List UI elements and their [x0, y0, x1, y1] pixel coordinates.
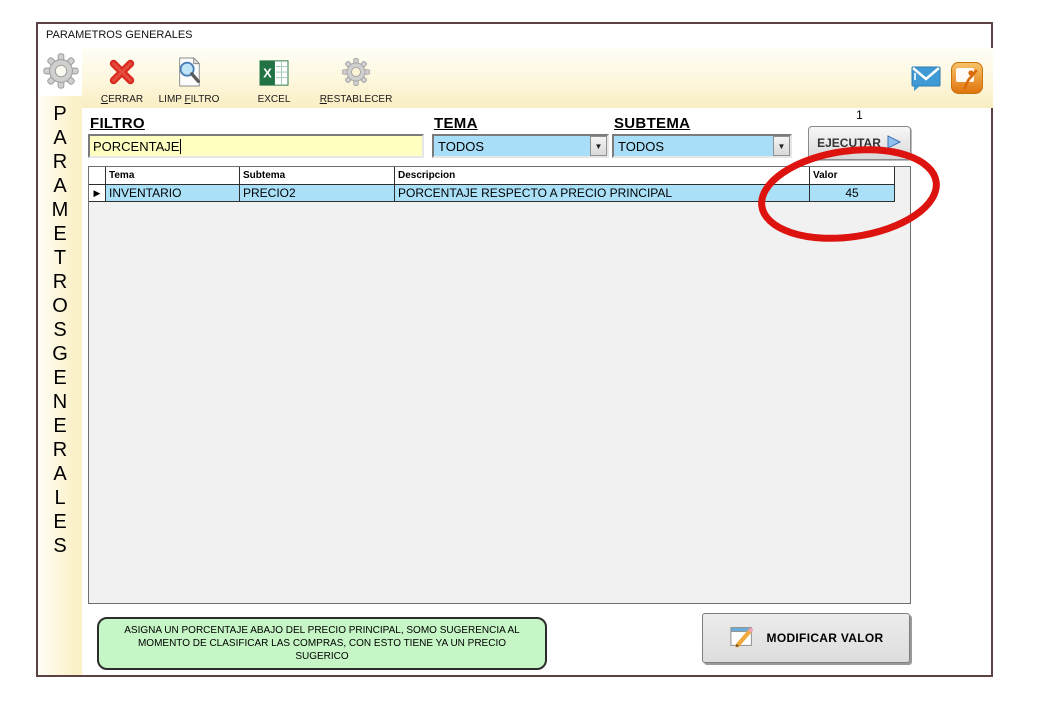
ejecutar-label: EJECUTAR: [817, 136, 881, 150]
letter: E: [38, 366, 82, 390]
close-icon: [107, 57, 137, 92]
play-arrow-icon: [886, 134, 902, 153]
text-caret: [180, 139, 181, 154]
letter: N: [38, 390, 82, 414]
cell-valor: 45: [810, 185, 895, 202]
chevron-down-icon[interactable]: ▼: [773, 136, 790, 156]
column-header-descripcion[interactable]: Descripcion: [395, 167, 810, 185]
limp-filtro-button[interactable]: LIMP FILTRO: [154, 57, 224, 105]
app-window: PARAMETROS GENERALES P A R A M E T R O S…: [36, 22, 993, 677]
subtema-value: TODOS: [614, 139, 773, 154]
letter: S: [38, 318, 82, 342]
subtema-label: SUBTEMA: [614, 115, 690, 132]
column-header-tema[interactable]: Tema: [106, 167, 240, 185]
cell-subtema: PRECIO2: [240, 185, 395, 202]
window-title: PARAMETROS GENERALES: [46, 29, 193, 41]
ejecutar-button[interactable]: EJECUTAR: [808, 126, 911, 160]
chevron-down-icon[interactable]: ▼: [590, 136, 607, 156]
letter: A: [38, 174, 82, 198]
exit-icon[interactable]: [951, 62, 983, 99]
letter: E: [38, 222, 82, 246]
tema-label: TEMA: [434, 115, 478, 132]
restablecer-button[interactable]: RESTABLECER: [314, 57, 398, 105]
tema-combobox[interactable]: TODOS ▼: [432, 134, 609, 158]
modificar-valor-label: MODIFICAR VALOR: [767, 631, 884, 645]
cell-tema: INVENTARIO: [106, 185, 240, 202]
top-right-icons: [911, 62, 983, 99]
column-header-subtema[interactable]: Subtema: [240, 167, 395, 185]
letter: R: [38, 150, 82, 174]
modificar-valor-button[interactable]: MODIFICAR VALOR: [702, 613, 910, 663]
letter: S: [38, 534, 82, 558]
filtro-label: FILTRO: [90, 115, 145, 132]
execute-count-badge: 1: [808, 108, 911, 122]
info-message-box: ASIGNA UN PORCENTAJE ABAJO DEL PRECIO PR…: [97, 617, 547, 670]
filtro-value: PORCENTAJE: [93, 139, 179, 154]
excel-label: EXCEL: [258, 94, 291, 105]
table-row[interactable]: ▶ INVENTARIO PRECIO2 PORCENTAJE RESPECTO…: [89, 185, 910, 202]
letter: P: [38, 102, 82, 126]
restablecer-label: RESTABLECER: [320, 94, 393, 105]
limp-filtro-label: LIMP FILTRO: [159, 94, 220, 105]
excel-icon: X: [259, 59, 289, 92]
cell-descripcion: PORCENTAJE RESPECTO A PRECIO PRINCIPAL: [395, 185, 810, 202]
cerrar-label: CERRAR: [101, 94, 143, 105]
svg-text:X: X: [263, 66, 272, 81]
parameters-grid: Tema Subtema Descripcion Valor ▶ INVENTA…: [88, 166, 911, 604]
letter: E: [38, 510, 82, 534]
grid-header-row: Tema Subtema Descripcion Valor: [89, 167, 910, 185]
excel-button[interactable]: X EXCEL: [249, 57, 299, 105]
letter: G: [38, 342, 82, 366]
reset-gear-icon: [341, 57, 371, 92]
app-gear-icon: [42, 52, 80, 95]
edit-pencil-icon: [729, 624, 757, 653]
cerrar-button[interactable]: CERRAR: [97, 57, 147, 105]
selector-header-cell: [89, 167, 106, 185]
letter: R: [38, 270, 82, 294]
letter: T: [38, 246, 82, 270]
sidebar-vertical-title: P A R A M E T R O S G E N E R A L E S: [38, 102, 82, 558]
column-header-valor[interactable]: Valor: [810, 167, 895, 185]
filtro-input[interactable]: PORCENTAJE: [88, 134, 424, 158]
letter: A: [38, 462, 82, 486]
clear-filter-icon: [175, 57, 203, 92]
subtema-combobox[interactable]: TODOS ▼: [612, 134, 792, 158]
row-selector-icon[interactable]: ▶: [89, 185, 106, 202]
letter: M: [38, 198, 82, 222]
mail-icon[interactable]: [911, 64, 941, 97]
letter: O: [38, 294, 82, 318]
letter: L: [38, 486, 82, 510]
letter: R: [38, 438, 82, 462]
screen: PARAMETROS GENERALES P A R A M E T R O S…: [0, 0, 1062, 714]
tema-value: TODOS: [434, 139, 590, 154]
letter: E: [38, 414, 82, 438]
letter: A: [38, 126, 82, 150]
